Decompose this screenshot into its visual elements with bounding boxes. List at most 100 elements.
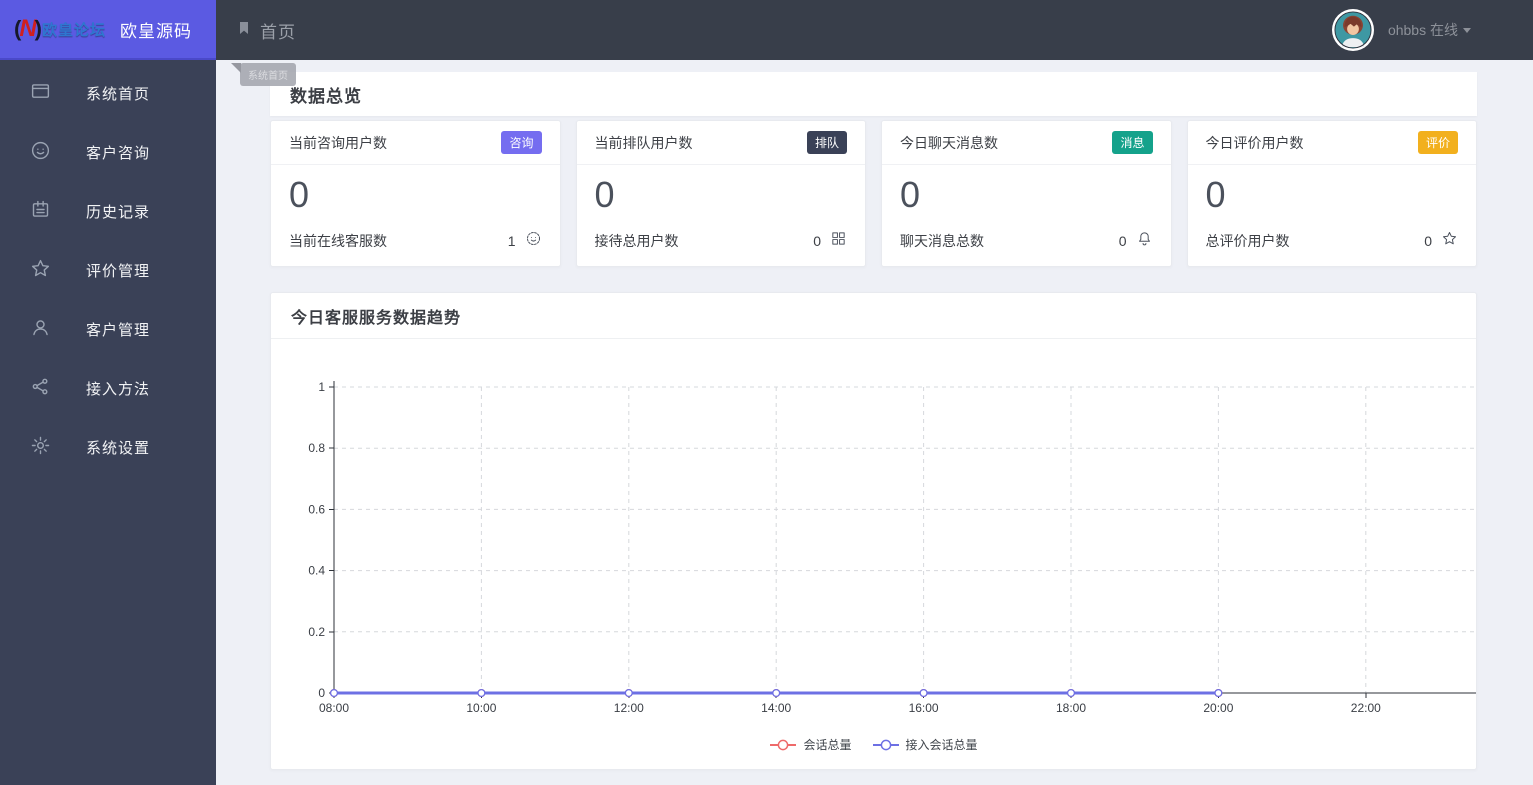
sidebar-item-label: 评价管理 xyxy=(86,263,151,280)
app-title: 欧皇源码 xyxy=(120,21,193,41)
stat-footer-value: 0 xyxy=(1118,233,1127,249)
legend-label: 接入会话总量 xyxy=(905,738,978,752)
chart-title: 今日客服服务数据趋势 xyxy=(291,309,462,327)
stat-value: 0 xyxy=(594,174,615,215)
stat-card-header: 今日评价用户数 评价 xyxy=(1187,121,1476,165)
sidebar-item-label: 历史记录 xyxy=(86,204,151,221)
bookmark-icon xyxy=(236,19,252,42)
svg-text:20:00: 20:00 xyxy=(1203,701,1233,715)
username: ohbbs 在线 xyxy=(1387,22,1458,38)
sidebar-item-label: 接入方法 xyxy=(86,381,151,398)
svg-text:0.8: 0.8 xyxy=(308,441,325,455)
stat-badge: 咨询 xyxy=(501,131,542,154)
stat-badge: 评价 xyxy=(1417,131,1458,154)
stat-card-title: 当前咨询用户数 xyxy=(289,134,387,151)
svg-text:0.2: 0.2 xyxy=(308,625,325,639)
brand-logo-letter: N xyxy=(19,15,36,42)
sidebar-item-label: 客户咨询 xyxy=(86,145,151,162)
main-content: 系统首页 数据总览 当前咨询用户数 咨询 0 当前在线客服数 1 当前排队用户数… xyxy=(216,60,1533,785)
topbar: 首页 ohbbs 在线 xyxy=(216,0,1533,60)
tab-home-label: 首页 xyxy=(260,22,296,42)
svg-text:1: 1 xyxy=(318,380,325,394)
stat-card-queue: 当前排队用户数 排队 0 接待总用户数 0 xyxy=(575,120,866,267)
stat-cards-row: 当前咨询用户数 咨询 0 当前在线客服数 1 当前排队用户数 排队 0 接待总用… xyxy=(270,120,1477,267)
sidebar-item-history[interactable]: 历史记录 xyxy=(0,182,216,241)
stat-footer-label: 接待总用户数 xyxy=(594,233,679,249)
sidebar-item-rating-management[interactable]: 评价管理 xyxy=(0,241,216,300)
sidebar-item-access-method[interactable]: 接入方法 xyxy=(0,359,216,418)
stat-footer-label: 总评价用户数 xyxy=(1205,233,1290,249)
stat-card-messages: 今日聊天消息数 消息 0 聊天消息总数 0 xyxy=(881,120,1172,267)
legend-item[interactable]: 接入会话总量 xyxy=(872,736,978,753)
bell-icon xyxy=(1136,230,1153,252)
sidebar-item-label: 系统首页 xyxy=(86,86,151,103)
trend-line-chart: 08:00 10:00 12:00 14:00 16:00 18:00 20:00 22:00… xyxy=(308,380,1476,715)
legend-item[interactable]: 会话总量 xyxy=(769,736,852,753)
stat-badge: 消息 xyxy=(1112,131,1153,154)
chart-legend: 会话总量 接入会话总量 xyxy=(271,736,1476,753)
monitor-icon xyxy=(30,81,51,107)
chevron-down-icon xyxy=(1463,27,1471,33)
svg-text:12:00: 12:00 xyxy=(614,701,644,715)
svg-text:0: 0 xyxy=(318,686,325,700)
sidebar-item-label: 系统设置 xyxy=(86,440,151,457)
sidebar-nav: 系统首页 客户咨询 历史记录 评价管理 客户管理 接入方法 系统设置 xyxy=(0,60,216,477)
stat-card-footer: 接待总用户数 0 xyxy=(577,230,866,266)
svg-text:14:00: 14:00 xyxy=(761,701,791,715)
legend-label: 会话总量 xyxy=(803,738,852,752)
sidebar-item-label: 客户管理 xyxy=(86,322,151,339)
star-icon xyxy=(30,258,51,284)
stat-card-footer: 聊天消息总数 0 xyxy=(882,230,1171,266)
stat-value: 0 xyxy=(900,174,921,215)
svg-text:22:00: 22:00 xyxy=(1351,701,1381,715)
stat-card-consulting: 当前咨询用户数 咨询 0 当前在线客服数 1 xyxy=(270,120,561,267)
link-icon xyxy=(30,376,51,402)
tab-home[interactable]: 首页 xyxy=(236,18,296,43)
smiley-icon xyxy=(30,140,51,166)
stat-value: 0 xyxy=(289,174,310,215)
svg-text:08:00: 08:00 xyxy=(319,701,349,715)
avatar[interactable] xyxy=(1331,9,1374,51)
stat-footer-label: 当前在线客服数 xyxy=(289,233,387,249)
star-icon xyxy=(1441,230,1458,252)
svg-text:16:00: 16:00 xyxy=(909,701,939,715)
stat-card-header: 今日聊天消息数 消息 xyxy=(882,121,1171,165)
chart-card-header: 今日客服服务数据趋势 xyxy=(271,293,1476,339)
user-icon xyxy=(30,317,51,343)
stat-footer-value: 1 xyxy=(507,233,516,249)
stat-footer-value: 0 xyxy=(813,233,821,249)
brand-logo-subtitle: 欧皇论坛 xyxy=(42,21,107,39)
ghost-tab-chip: 系统首页 xyxy=(231,63,296,86)
notebook-icon xyxy=(30,199,51,225)
stat-card-title: 今日评价用户数 xyxy=(1205,134,1304,151)
svg-text:10:00: 10:00 xyxy=(466,701,496,715)
user-dropdown[interactable]: ohbbs 在线 xyxy=(1331,9,1471,51)
stat-footer-label: 聊天消息总数 xyxy=(900,233,984,249)
sidebar-item-customer-consult[interactable]: 客户咨询 xyxy=(0,123,216,182)
sidebar-item-customer-management[interactable]: 客户管理 xyxy=(0,300,216,359)
stat-value: 0 xyxy=(1205,174,1226,215)
stat-card-title: 今日聊天消息数 xyxy=(900,134,998,151)
stat-card-header: 当前咨询用户数 咨询 xyxy=(271,121,560,165)
brand-logo-mark: (N) xyxy=(14,15,42,42)
trend-chart-card: 今日客服服务数据趋势 08:00 10:00 12:00 14:00 16:00 18:0… xyxy=(270,292,1477,770)
stat-card-ratings: 今日评价用户数 评价 0 总评价用户数 0 xyxy=(1186,120,1477,267)
app-window: (N) 欧皇论坛 欧皇源码 系统首页 客户咨询 历史记录 评价管理 客户管理 接… xyxy=(0,0,1533,785)
sidebar-item-system-home[interactable]: 系统首页 xyxy=(0,64,216,123)
stat-card-header: 当前排队用户数 排队 xyxy=(576,121,865,165)
stat-card-footer: 当前在线客服数 1 xyxy=(271,230,560,266)
svg-text:18:00: 18:00 xyxy=(1056,701,1086,715)
legend-marker-icon xyxy=(872,739,899,750)
stat-footer-value: 0 xyxy=(1424,233,1432,249)
overview-panel-header: 数据总览 xyxy=(270,72,1477,116)
sidebar: (N) 欧皇论坛 欧皇源码 系统首页 客户咨询 历史记录 评价管理 客户管理 接… xyxy=(0,0,216,785)
stat-badge: 排队 xyxy=(806,131,847,154)
smiley-icon xyxy=(525,230,542,252)
stat-card-footer: 总评价用户数 0 xyxy=(1188,230,1477,266)
page-title: 数据总览 xyxy=(290,86,362,106)
legend-marker-icon xyxy=(770,739,797,750)
gear-icon xyxy=(30,435,51,461)
svg-text:0.6: 0.6 xyxy=(308,502,325,516)
sidebar-item-system-settings[interactable]: 系统设置 xyxy=(0,418,216,477)
grid-icon xyxy=(830,230,847,252)
